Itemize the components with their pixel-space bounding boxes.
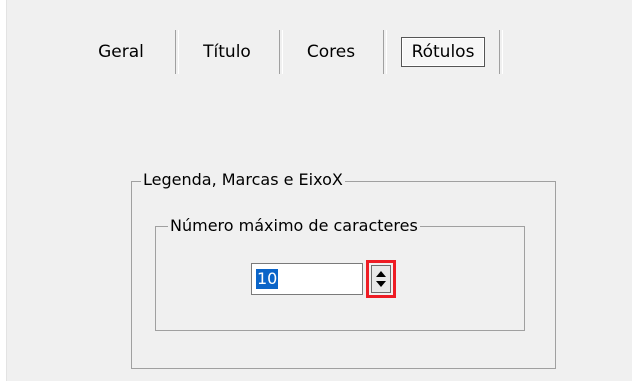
arrow-down-icon[interactable]	[376, 281, 386, 287]
tab-separator	[499, 30, 503, 74]
max-characters-input[interactable]: 10	[251, 263, 363, 295]
spinner-arrows-highlight[interactable]	[366, 260, 396, 298]
max-characters-spinner: 10	[251, 260, 401, 299]
tab-label: Geral	[98, 42, 144, 62]
spinner-arrows[interactable]	[371, 265, 391, 293]
tab-cores[interactable]: Cores	[291, 30, 371, 74]
tab-separator	[383, 30, 387, 74]
tab-separator	[279, 30, 283, 74]
tab-geral[interactable]: Geral	[91, 30, 151, 74]
tab-separator	[175, 30, 179, 74]
max-characters-group-label: Número máximo de caracteres	[168, 216, 420, 235]
legend-marks-axis-group-label: Legenda, Marcas e EixoX	[141, 170, 345, 189]
tab-label: Rótulos	[400, 37, 486, 67]
selected-value: 10	[256, 269, 279, 289]
dialog-panel: Geral Título Cores Rótulos Legenda, Marc…	[6, 0, 632, 381]
tab-label: Cores	[306, 42, 356, 62]
tab-rotulos[interactable]: Rótulos	[391, 30, 495, 74]
tab-label: Título	[203, 42, 251, 62]
arrow-up-icon[interactable]	[376, 271, 386, 277]
tab-titulo[interactable]: Título	[187, 30, 267, 74]
